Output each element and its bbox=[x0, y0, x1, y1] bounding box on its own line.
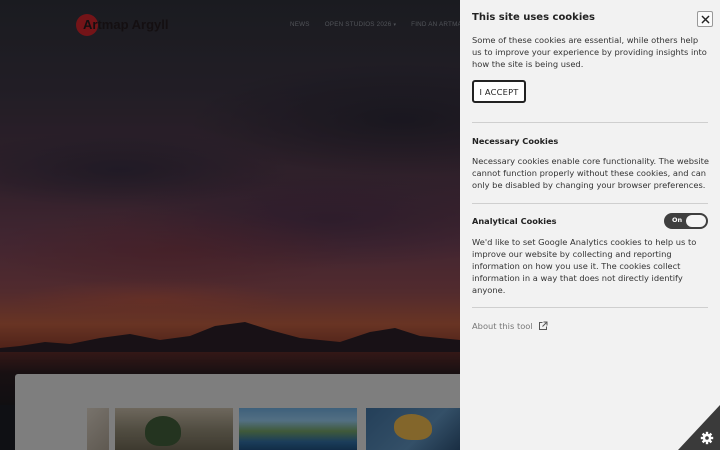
close-button[interactable] bbox=[697, 11, 713, 27]
about-tool-link[interactable]: About this tool bbox=[472, 321, 548, 331]
divider bbox=[472, 203, 708, 204]
gear-icon bbox=[678, 405, 720, 450]
about-tool-label: About this tool bbox=[472, 321, 533, 331]
analytics-toggle[interactable]: On bbox=[664, 213, 708, 229]
external-link-icon bbox=[538, 321, 548, 330]
section-heading-necessary: Necessary Cookies bbox=[472, 136, 559, 146]
section-body-analytical: We'd like to set Google Analytics cookie… bbox=[472, 237, 697, 295]
section-body-necessary: Necessary cookies enable core functional… bbox=[472, 156, 709, 190]
cookie-intro-text: Some of these cookies are essential, whi… bbox=[472, 35, 707, 69]
cookie-consent-panel: This site uses cookies Some of these coo… bbox=[460, 0, 720, 450]
toggle-knob bbox=[686, 215, 706, 227]
section-heading-analytical: Analytical Cookies bbox=[472, 216, 557, 226]
cookie-settings-button[interactable] bbox=[678, 405, 720, 450]
cookie-panel-title: This site uses cookies bbox=[472, 12, 595, 23]
accept-button[interactable]: I ACCEPT bbox=[472, 80, 526, 103]
divider bbox=[472, 122, 708, 123]
modal-backdrop[interactable] bbox=[0, 0, 460, 450]
toggle-label: On bbox=[672, 216, 683, 224]
close-icon bbox=[701, 15, 709, 23]
divider bbox=[472, 307, 708, 308]
